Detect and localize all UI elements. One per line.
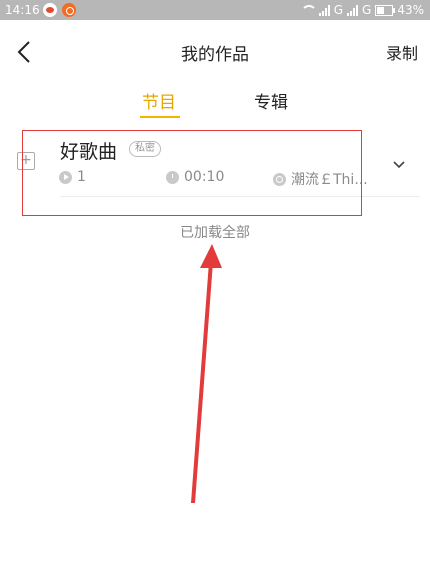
battery-icon	[375, 4, 396, 16]
signal-icon	[318, 4, 330, 16]
status-bar: 14:16 G G 43%	[0, 0, 430, 20]
page-title: 我的作品	[181, 45, 249, 65]
app-notification-icon	[62, 3, 76, 17]
network-type-2: G	[362, 3, 372, 17]
list-end-text: 已加载全部	[180, 225, 250, 241]
signal-icon	[347, 4, 359, 16]
chevron-down-icon	[393, 161, 405, 169]
record-button[interactable]: 录制	[386, 40, 418, 64]
annotation-arrow	[191, 244, 222, 503]
expand-button[interactable]	[392, 155, 406, 169]
tab-programs[interactable]: 节目	[142, 88, 176, 113]
weibo-icon	[43, 3, 57, 17]
highlight-box	[22, 130, 362, 216]
status-time: 14:16	[5, 3, 40, 17]
status-indicators: G G 43%	[300, 3, 424, 17]
battery-percent: 43%	[397, 3, 424, 17]
tab-album[interactable]: 专辑	[254, 88, 288, 113]
network-type-1: G	[333, 3, 344, 17]
active-tab-indicator	[140, 116, 180, 118]
wifi-icon	[300, 5, 317, 15]
